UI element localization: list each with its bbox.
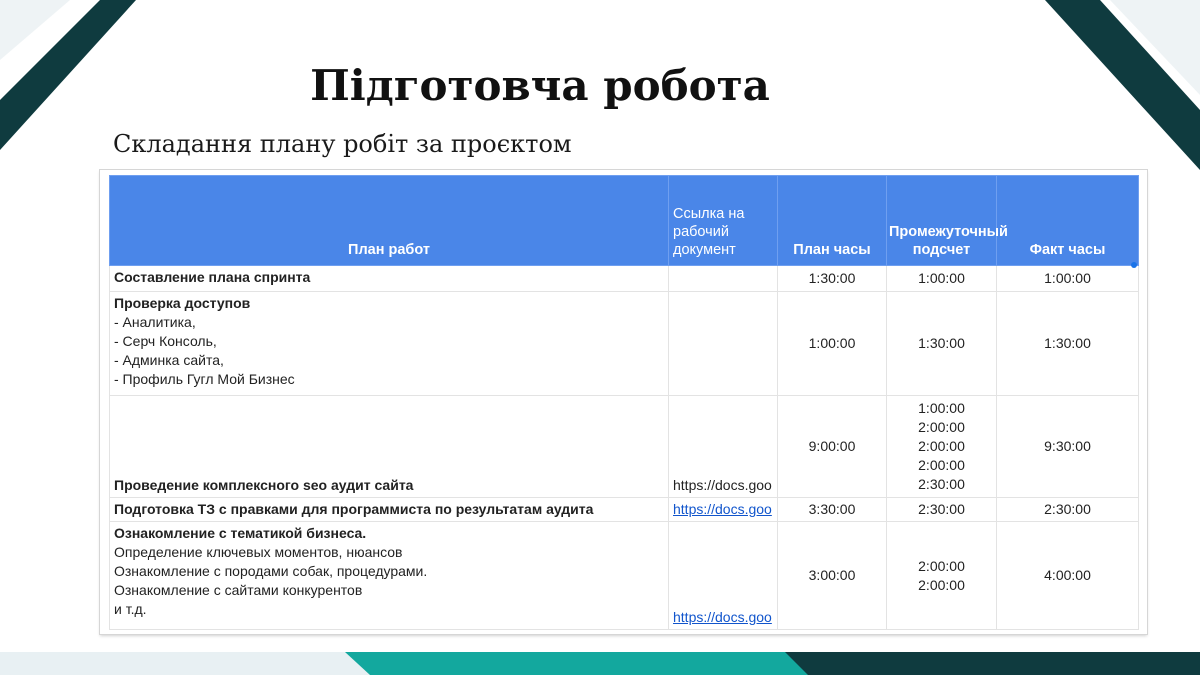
bottom-light-band: [0, 652, 385, 675]
fact-hours-cell[interactable]: 9:30:00: [996, 395, 1139, 498]
slide-subtitle: Складання плану робіт за проєктом: [113, 130, 572, 158]
table-row: Ознакомление с тематикой бизнеса. Определ…: [109, 521, 1139, 630]
table-row: Подготовка ТЗ с правками для программист…: [109, 497, 1139, 522]
task-title: Проверка доступов: [114, 295, 251, 311]
task-detail-line: - Аналитика,: [114, 314, 196, 330]
task-detail-line: Ознакомление с сайтами конкурентов: [114, 582, 363, 598]
link-cell[interactable]: [668, 265, 778, 292]
header-plan[interactable]: План работ: [109, 175, 669, 266]
plan-hours-cell[interactable]: 3:00:00: [777, 521, 887, 630]
interim-value: 1:00:00: [918, 400, 965, 416]
task-detail-line: - Серч Консоль,: [114, 333, 217, 349]
bottom-teal-band: [345, 652, 825, 675]
bottom-dark-band: [785, 652, 1200, 675]
task-cell[interactable]: Ознакомление с тематикой бизнеса. Определ…: [109, 521, 669, 630]
interim-value: 2:00:00: [918, 457, 965, 473]
interim-value: 2:30:00: [918, 501, 965, 517]
table-header-row: План работ Ссылка на рабочий документ Пл…: [109, 175, 1139, 266]
table-row: Проверка доступов - Аналитика, - Серч Конс…: [109, 291, 1139, 396]
interim-cell[interactable]: 1:00:00 2:00:00 2:00:00 2:00:00 2:30:00: [886, 395, 997, 498]
slide-title: Підготовча робота: [310, 61, 770, 110]
work-plan-table: План работ Ссылка на рабочий документ Пл…: [109, 175, 1139, 630]
task-cell[interactable]: Проведение комплексного seo аудит сайта: [109, 395, 669, 498]
link-cell[interactable]: https://docs.goo: [668, 497, 778, 522]
task-detail-line: - Профиль Гугл Мой Бизнес: [114, 371, 295, 387]
interim-cell[interactable]: 2:00:00 2:00:00: [886, 521, 997, 630]
interim-value: 1:00:00: [918, 270, 965, 286]
task-title: Ознакомление с тематикой бизнеса.: [114, 525, 367, 541]
task-cell[interactable]: Подготовка ТЗ с правками для программист…: [109, 497, 669, 522]
interim-value: 2:00:00: [918, 576, 965, 593]
interim-value: 2:00:00: [918, 557, 965, 574]
fact-hours-cell[interactable]: 4:00:00: [996, 521, 1139, 630]
interim-cell[interactable]: 2:30:00: [886, 497, 997, 522]
task-title: Составление плана спринта: [114, 269, 311, 285]
fact-hours-cell[interactable]: 1:00:00: [996, 265, 1139, 292]
header-fact-hours[interactable]: Факт часы: [996, 175, 1139, 266]
spreadsheet-screenshot: План работ Ссылка на рабочий документ Пл…: [100, 170, 1147, 634]
task-cell[interactable]: Проверка доступов - Аналитика, - Серч Конс…: [109, 291, 669, 396]
task-title: Подготовка ТЗ с правками для программист…: [114, 501, 594, 517]
interim-value: 2:00:00: [918, 419, 965, 435]
header-interim[interactable]: Промежуточный подсчет: [886, 175, 1008, 266]
plan-hours-cell[interactable]: 3:30:00: [777, 497, 887, 522]
plan-hours-cell[interactable]: 1:00:00: [777, 291, 887, 396]
interim-value: 2:30:00: [918, 476, 965, 492]
task-title: Проведение комплексного seo аудит сайта: [114, 477, 414, 493]
selection-handle[interactable]: [1131, 262, 1137, 268]
interim-cell[interactable]: 1:30:00: [886, 291, 997, 396]
header-link[interactable]: Ссылка на рабочий документ: [668, 175, 778, 266]
table-row: Составление плана спринта 1:30:00 1:00:00 1…: [109, 265, 1139, 292]
document-link[interactable]: https://docs.goo: [673, 609, 772, 625]
link-cell[interactable]: https://docs.goo: [668, 395, 778, 498]
fact-hours-cell[interactable]: 2:30:00: [996, 497, 1139, 522]
task-detail-line: - Админка сайта,: [114, 352, 224, 368]
plan-hours-cell[interactable]: 1:30:00: [777, 265, 887, 292]
link-cell[interactable]: https://docs.goo: [668, 521, 778, 630]
task-detail-line: и т.д.: [114, 601, 147, 617]
interim-cell[interactable]: 1:00:00: [886, 265, 997, 292]
table-row: Проведение комплексного seo аудит сайта h…: [109, 395, 1139, 498]
plan-hours-cell[interactable]: 9:00:00: [777, 395, 887, 498]
task-detail-line: Определение ключевых моментов, нюансов: [114, 544, 403, 560]
interim-value: 1:30:00: [918, 335, 965, 351]
task-cell[interactable]: Составление плана спринта: [109, 265, 669, 292]
interim-value: 2:00:00: [918, 438, 965, 454]
document-link[interactable]: https://docs.goo: [673, 501, 772, 517]
link-cell[interactable]: [668, 291, 778, 396]
fact-hours-cell[interactable]: 1:30:00: [996, 291, 1139, 396]
task-detail-line: Ознакомление с породами собак, процедура…: [114, 563, 428, 579]
document-link[interactable]: https://docs.goo: [673, 477, 772, 493]
header-plan-hours[interactable]: План часы: [777, 175, 887, 266]
